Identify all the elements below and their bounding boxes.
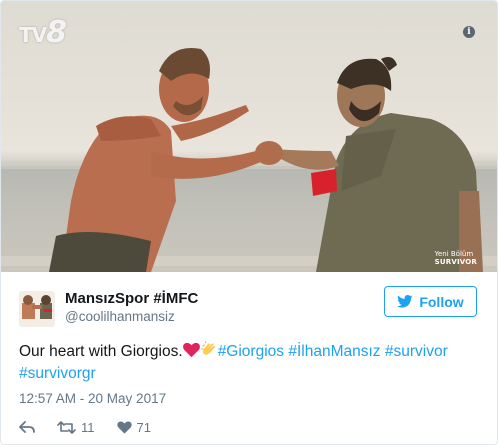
hashtag-link[interactable]: #Giorgios [218, 343, 284, 360]
tweet-actions: 11 71 [19, 419, 173, 435]
hashtag-link[interactable]: #survivor [385, 343, 448, 360]
channel-logo: TV8 [19, 15, 67, 50]
reply-icon [19, 420, 35, 433]
show-watermark: Yeni Bölüm SURVIVOR [434, 250, 477, 266]
hashtag-link[interactable]: #İlhanMansız [288, 343, 380, 360]
info-icon[interactable]: i [463, 26, 475, 38]
tweet-timestamp[interactable]: 12:57 AM - 20 May 2017 [19, 391, 166, 406]
tweet-card: TV8 i Yeni Bölüm SURVIVOR MansızSpor #İM… [0, 0, 498, 445]
left-person-figure [49, 47, 263, 272]
retweet-button[interactable]: 11 [57, 420, 95, 435]
tweet-media-photo[interactable]: TV8 i Yeni Bölüm SURVIVOR [1, 1, 497, 272]
follow-label: Follow [419, 293, 464, 310]
tweet-text-plain: Our heart with Giorgios. [19, 343, 183, 360]
reply-button[interactable] [19, 420, 35, 434]
like-button[interactable]: 71 [116, 419, 151, 435]
heart-icon [116, 420, 132, 434]
clapping-hands-icon [200, 341, 215, 355]
hashtag-link[interactable]: #survivorgr [19, 365, 96, 382]
follow-button[interactable]: Follow [384, 286, 477, 317]
avatar-image [19, 291, 55, 327]
retweet-count: 11 [81, 419, 95, 435]
retweet-icon [57, 420, 76, 434]
display-name[interactable]: MansızSpor #İMFC [65, 290, 198, 307]
avatar[interactable] [19, 291, 55, 327]
like-count: 71 [136, 419, 151, 435]
twitter-bird-icon [397, 295, 413, 308]
red-heart-icon [182, 342, 200, 358]
screen-name[interactable]: @coolilhanmansiz [65, 309, 175, 324]
tweet-text: Our heart with Giorgios. #Giorgios #İlhan… [19, 341, 489, 385]
photo-scene [1, 47, 497, 272]
